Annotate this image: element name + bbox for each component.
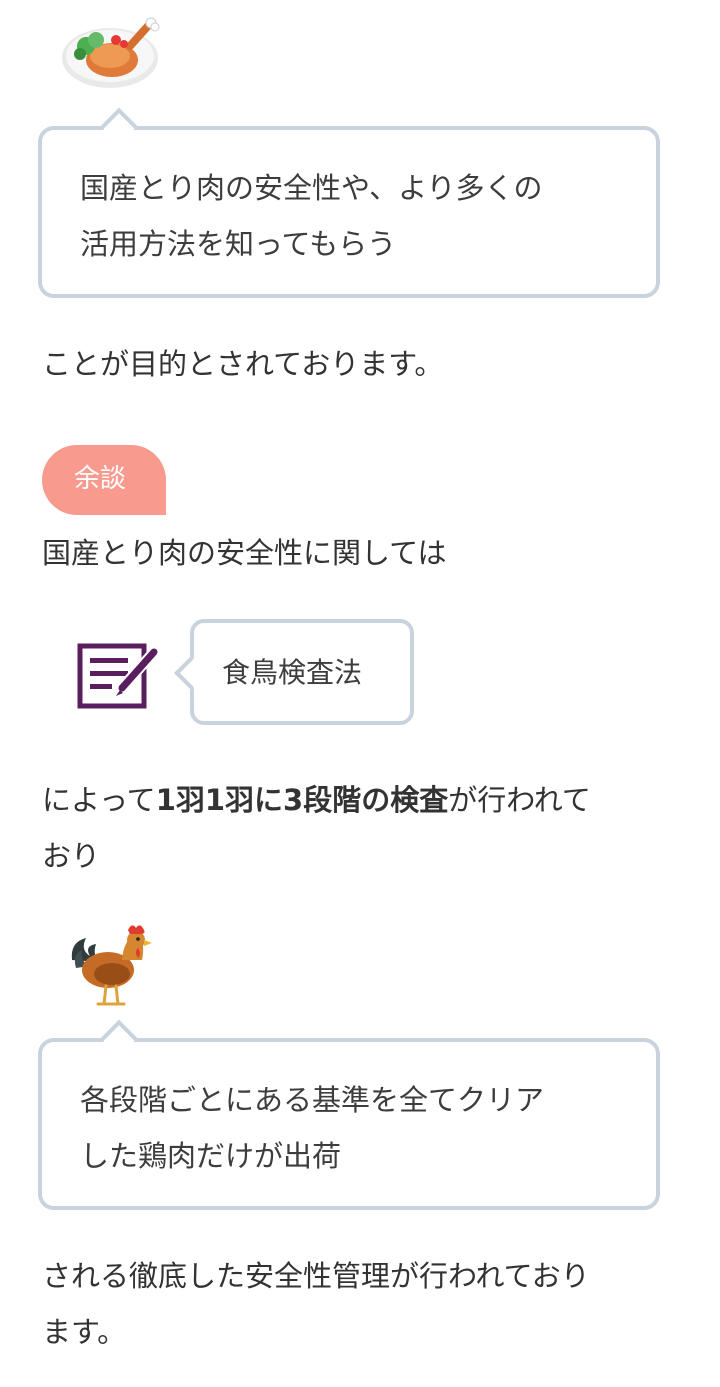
bubble-text-line: 活用方法を知ってもらう	[80, 227, 397, 261]
paragraph-text-prefix: によって	[42, 783, 156, 817]
aside-badge-label: 余談	[74, 464, 127, 494]
paragraph-bold-text: 1羽1羽に3段階の検査	[155, 783, 449, 817]
paragraph-text-suffix: が行われて	[448, 783, 591, 817]
paragraph-text: ます。	[42, 1315, 127, 1349]
rooster-icon	[66, 920, 156, 1010]
paragraph-text: ことが目的とされております。	[42, 347, 444, 381]
bubble-tail	[174, 656, 208, 690]
paragraph-text: おり	[42, 839, 101, 873]
bubble-text-line: 各段階ごとにある基準を全てクリア	[80, 1083, 545, 1117]
roast-chicken-plate-icon	[60, 16, 166, 92]
bubble-tail	[100, 1019, 138, 1057]
bubble-tail	[100, 107, 138, 145]
side-speech-bubble: 食鳥検査法	[174, 619, 414, 725]
bubble-text-line: 国産とり肉の安全性や、より多くの	[80, 171, 543, 205]
speech-bubble-purpose: 国産とり肉の安全性や、より多くの 活用方法を知ってもらう	[38, 107, 660, 298]
paragraph-text: 国産とり肉の安全性に関しては	[42, 536, 447, 570]
paragraph-text: によって1羽1羽に3段階の検査が行われて	[42, 782, 591, 818]
bubble-text-line: した鶏肉だけが出荷	[80, 1139, 342, 1173]
side-bubble-text: 食鳥検査法	[222, 656, 363, 689]
notebook-pen-icon	[76, 640, 162, 710]
aside-badge: 余談	[42, 445, 166, 515]
paragraph-text: される徹底した安全性管理が行われており	[42, 1259, 590, 1293]
speech-bubble-inspection: 各段階ごとにある基準を全てクリア した鶏肉だけが出荷	[38, 1019, 660, 1210]
